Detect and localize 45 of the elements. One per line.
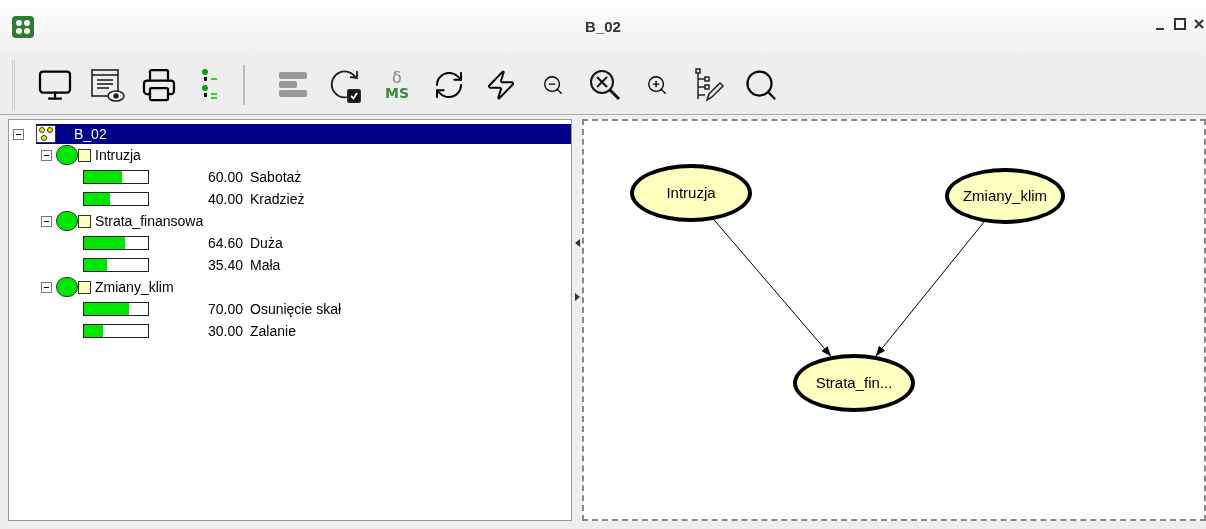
state-name: Osunięcie skał	[250, 299, 342, 319]
collapse-toggle[interactable]	[41, 215, 52, 227]
probability-value: 35.40	[206, 255, 243, 275]
state-name: Zalanie	[250, 321, 296, 341]
node-status-icon	[56, 145, 78, 165]
network-icon	[36, 125, 56, 143]
printer-icon	[141, 66, 177, 103]
probability-value: 64.60	[206, 233, 243, 253]
probability-value: 70.00	[206, 299, 243, 319]
state-name: Sabotaż	[250, 167, 302, 187]
state-name: Kradzież	[250, 189, 305, 209]
tree-root-row[interactable]: B_02	[36, 124, 571, 144]
node-status-icon	[56, 211, 78, 231]
toolbar-separator	[243, 64, 245, 105]
state-name: Mała	[250, 255, 281, 275]
delta-ms-button[interactable]: δ MS	[377, 64, 417, 105]
collapse-toggle[interactable]	[41, 149, 52, 161]
app-logo-icon	[12, 16, 34, 38]
node-status-icon	[56, 277, 78, 297]
graph-node[interactable]: Intruzja	[630, 164, 752, 222]
probability-value: 30.00	[206, 321, 243, 341]
state-name: Duża	[250, 233, 283, 253]
tree-root-label: B_02	[74, 124, 107, 144]
list-eye-icon	[89, 66, 125, 103]
zoom-fit-icon	[588, 67, 622, 102]
node-label: Strata_finansowa	[95, 211, 204, 231]
window-title: B_02	[585, 17, 621, 38]
node-box-icon	[78, 148, 91, 162]
lightning-icon	[485, 68, 517, 101]
probability-value: 60.00	[206, 167, 243, 187]
collapse-toggle[interactable]	[13, 128, 24, 140]
tree-pencil-icon	[693, 66, 725, 103]
zoom-in-icon	[646, 73, 668, 96]
node-label: Intruzja	[95, 145, 141, 165]
graph-node[interactable]: Zmiany_klim	[945, 168, 1065, 224]
node-label: Zmiany_klim	[95, 277, 174, 297]
graph-node[interactable]: Strata_fin...	[793, 354, 915, 412]
collapse-toggle[interactable]	[41, 281, 52, 293]
close-button[interactable]	[1194, 18, 1204, 30]
node-box-icon	[78, 280, 91, 294]
node-box-icon	[78, 214, 91, 228]
zoom-out-icon	[542, 73, 564, 96]
probability-value: 40.00	[206, 189, 243, 209]
maximize-button[interactable]	[1174, 18, 1186, 30]
close-icon	[1194, 19, 1204, 29]
